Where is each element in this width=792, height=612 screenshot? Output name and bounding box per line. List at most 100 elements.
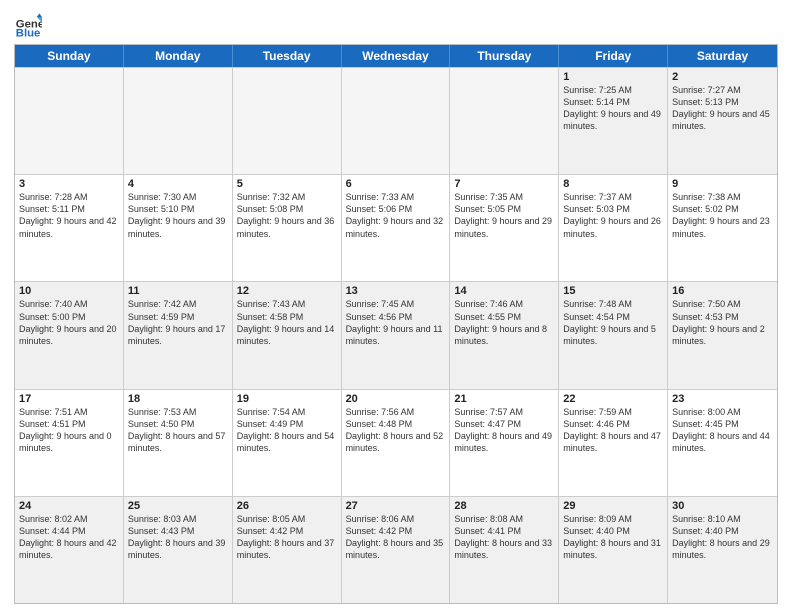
cal-cell-empty-2 (233, 68, 342, 174)
cal-cell-24: 24Sunrise: 8:02 AMSunset: 4:44 PMDayligh… (15, 497, 124, 603)
cal-cell-2: 2Sunrise: 7:27 AMSunset: 5:13 PMDaylight… (668, 68, 777, 174)
day-number: 8 (563, 178, 663, 190)
day-number: 28 (454, 500, 554, 512)
day-number: 6 (346, 178, 446, 190)
cal-cell-23: 23Sunrise: 8:00 AMSunset: 4:45 PMDayligh… (668, 390, 777, 496)
cal-cell-empty-1 (124, 68, 233, 174)
day-number: 16 (672, 285, 773, 297)
cal-cell-25: 25Sunrise: 8:03 AMSunset: 4:43 PMDayligh… (124, 497, 233, 603)
cell-info: Sunrise: 7:25 AMSunset: 5:14 PMDaylight:… (563, 84, 663, 133)
day-number: 12 (237, 285, 337, 297)
cal-cell-empty-0 (15, 68, 124, 174)
cell-info: Sunrise: 7:30 AMSunset: 5:10 PMDaylight:… (128, 191, 228, 240)
day-number: 14 (454, 285, 554, 297)
cal-cell-22: 22Sunrise: 7:59 AMSunset: 4:46 PMDayligh… (559, 390, 668, 496)
week-row-3: 17Sunrise: 7:51 AMSunset: 4:51 PMDayligh… (15, 389, 777, 496)
header: General Blue (14, 10, 778, 38)
cell-info: Sunrise: 7:42 AMSunset: 4:59 PMDaylight:… (128, 298, 228, 347)
cell-info: Sunrise: 7:51 AMSunset: 4:51 PMDaylight:… (19, 406, 119, 455)
week-row-1: 3Sunrise: 7:28 AMSunset: 5:11 PMDaylight… (15, 174, 777, 281)
day-number: 5 (237, 178, 337, 190)
cell-info: Sunrise: 7:38 AMSunset: 5:02 PMDaylight:… (672, 191, 773, 240)
day-number: 3 (19, 178, 119, 190)
cal-cell-18: 18Sunrise: 7:53 AMSunset: 4:50 PMDayligh… (124, 390, 233, 496)
day-number: 20 (346, 393, 446, 405)
cell-info: Sunrise: 8:03 AMSunset: 4:43 PMDaylight:… (128, 513, 228, 562)
day-number: 11 (128, 285, 228, 297)
cal-cell-4: 4Sunrise: 7:30 AMSunset: 5:10 PMDaylight… (124, 175, 233, 281)
cell-info: Sunrise: 8:05 AMSunset: 4:42 PMDaylight:… (237, 513, 337, 562)
cal-cell-6: 6Sunrise: 7:33 AMSunset: 5:06 PMDaylight… (342, 175, 451, 281)
cell-info: Sunrise: 7:27 AMSunset: 5:13 PMDaylight:… (672, 84, 773, 133)
cal-cell-30: 30Sunrise: 8:10 AMSunset: 4:40 PMDayligh… (668, 497, 777, 603)
cal-cell-29: 29Sunrise: 8:09 AMSunset: 4:40 PMDayligh… (559, 497, 668, 603)
day-number: 13 (346, 285, 446, 297)
cell-info: Sunrise: 8:08 AMSunset: 4:41 PMDaylight:… (454, 513, 554, 562)
cell-info: Sunrise: 7:43 AMSunset: 4:58 PMDaylight:… (237, 298, 337, 347)
cal-cell-7: 7Sunrise: 7:35 AMSunset: 5:05 PMDaylight… (450, 175, 559, 281)
calendar-header-row: SundayMondayTuesdayWednesdayThursdayFrid… (15, 45, 777, 67)
cal-cell-12: 12Sunrise: 7:43 AMSunset: 4:58 PMDayligh… (233, 282, 342, 388)
cell-info: Sunrise: 7:32 AMSunset: 5:08 PMDaylight:… (237, 191, 337, 240)
day-number: 9 (672, 178, 773, 190)
cal-cell-20: 20Sunrise: 7:56 AMSunset: 4:48 PMDayligh… (342, 390, 451, 496)
cal-cell-empty-4 (450, 68, 559, 174)
cal-cell-16: 16Sunrise: 7:50 AMSunset: 4:53 PMDayligh… (668, 282, 777, 388)
cal-cell-5: 5Sunrise: 7:32 AMSunset: 5:08 PMDaylight… (233, 175, 342, 281)
cell-info: Sunrise: 8:06 AMSunset: 4:42 PMDaylight:… (346, 513, 446, 562)
col-header-wednesday: Wednesday (342, 45, 451, 67)
cell-info: Sunrise: 7:59 AMSunset: 4:46 PMDaylight:… (563, 406, 663, 455)
cell-info: Sunrise: 7:37 AMSunset: 5:03 PMDaylight:… (563, 191, 663, 240)
cal-cell-9: 9Sunrise: 7:38 AMSunset: 5:02 PMDaylight… (668, 175, 777, 281)
day-number: 4 (128, 178, 228, 190)
cal-cell-28: 28Sunrise: 8:08 AMSunset: 4:41 PMDayligh… (450, 497, 559, 603)
cell-info: Sunrise: 8:10 AMSunset: 4:40 PMDaylight:… (672, 513, 773, 562)
day-number: 19 (237, 393, 337, 405)
day-number: 1 (563, 71, 663, 83)
svg-text:Blue: Blue (16, 27, 41, 38)
week-row-2: 10Sunrise: 7:40 AMSunset: 5:00 PMDayligh… (15, 281, 777, 388)
cal-cell-10: 10Sunrise: 7:40 AMSunset: 5:00 PMDayligh… (15, 282, 124, 388)
week-row-0: 1Sunrise: 7:25 AMSunset: 5:14 PMDaylight… (15, 67, 777, 174)
col-header-monday: Monday (124, 45, 233, 67)
day-number: 22 (563, 393, 663, 405)
cell-info: Sunrise: 7:54 AMSunset: 4:49 PMDaylight:… (237, 406, 337, 455)
logo-icon: General Blue (14, 10, 42, 38)
day-number: 21 (454, 393, 554, 405)
cal-cell-13: 13Sunrise: 7:45 AMSunset: 4:56 PMDayligh… (342, 282, 451, 388)
day-number: 26 (237, 500, 337, 512)
day-number: 18 (128, 393, 228, 405)
cell-info: Sunrise: 7:40 AMSunset: 5:00 PMDaylight:… (19, 298, 119, 347)
day-number: 17 (19, 393, 119, 405)
cell-info: Sunrise: 7:56 AMSunset: 4:48 PMDaylight:… (346, 406, 446, 455)
cell-info: Sunrise: 7:57 AMSunset: 4:47 PMDaylight:… (454, 406, 554, 455)
cal-cell-empty-3 (342, 68, 451, 174)
cell-info: Sunrise: 7:33 AMSunset: 5:06 PMDaylight:… (346, 191, 446, 240)
day-number: 7 (454, 178, 554, 190)
cal-cell-1: 1Sunrise: 7:25 AMSunset: 5:14 PMDaylight… (559, 68, 668, 174)
cal-cell-8: 8Sunrise: 7:37 AMSunset: 5:03 PMDaylight… (559, 175, 668, 281)
cell-info: Sunrise: 7:28 AMSunset: 5:11 PMDaylight:… (19, 191, 119, 240)
day-number: 29 (563, 500, 663, 512)
col-header-friday: Friday (559, 45, 668, 67)
day-number: 27 (346, 500, 446, 512)
col-header-sunday: Sunday (15, 45, 124, 67)
cal-cell-19: 19Sunrise: 7:54 AMSunset: 4:49 PMDayligh… (233, 390, 342, 496)
cal-cell-11: 11Sunrise: 7:42 AMSunset: 4:59 PMDayligh… (124, 282, 233, 388)
cal-cell-21: 21Sunrise: 7:57 AMSunset: 4:47 PMDayligh… (450, 390, 559, 496)
cell-info: Sunrise: 7:35 AMSunset: 5:05 PMDaylight:… (454, 191, 554, 240)
cell-info: Sunrise: 8:09 AMSunset: 4:40 PMDaylight:… (563, 513, 663, 562)
day-number: 10 (19, 285, 119, 297)
cell-info: Sunrise: 7:53 AMSunset: 4:50 PMDaylight:… (128, 406, 228, 455)
calendar: SundayMondayTuesdayWednesdayThursdayFrid… (14, 44, 778, 604)
day-number: 23 (672, 393, 773, 405)
cell-info: Sunrise: 7:50 AMSunset: 4:53 PMDaylight:… (672, 298, 773, 347)
day-number: 24 (19, 500, 119, 512)
cell-info: Sunrise: 8:00 AMSunset: 4:45 PMDaylight:… (672, 406, 773, 455)
week-row-4: 24Sunrise: 8:02 AMSunset: 4:44 PMDayligh… (15, 496, 777, 603)
day-number: 30 (672, 500, 773, 512)
cal-cell-3: 3Sunrise: 7:28 AMSunset: 5:11 PMDaylight… (15, 175, 124, 281)
day-number: 15 (563, 285, 663, 297)
col-header-thursday: Thursday (450, 45, 559, 67)
cal-cell-14: 14Sunrise: 7:46 AMSunset: 4:55 PMDayligh… (450, 282, 559, 388)
